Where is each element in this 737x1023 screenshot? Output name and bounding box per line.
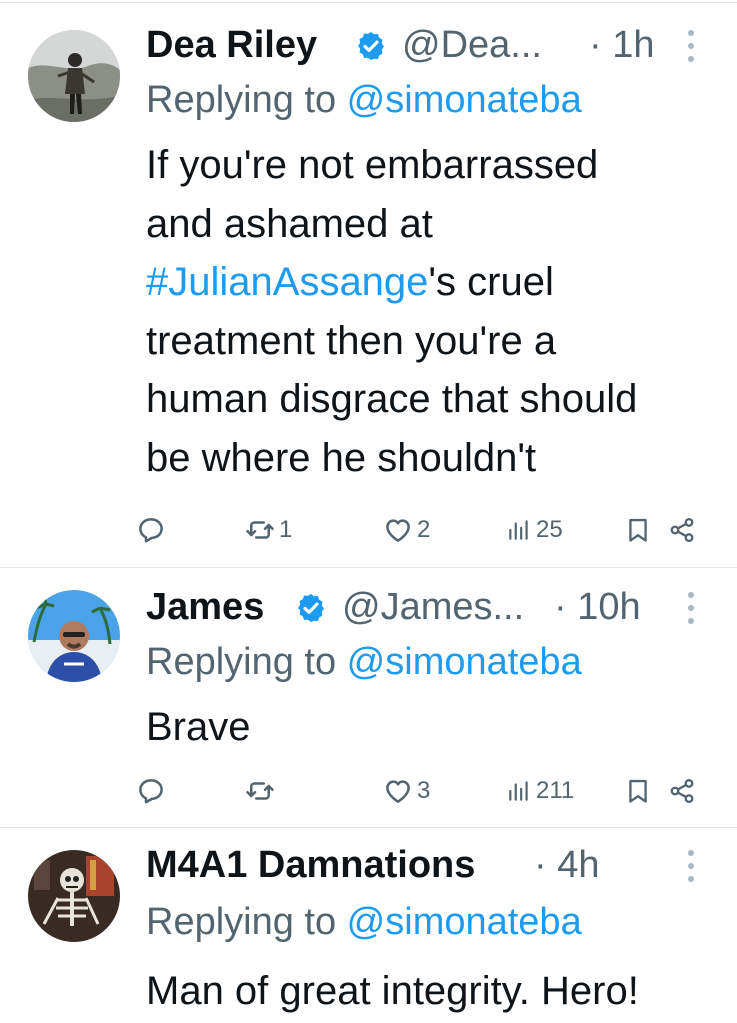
like-button[interactable]: 3 — [383, 771, 430, 811]
repost-button[interactable]: 1 — [245, 510, 292, 550]
replying-prefix: Replying to — [146, 641, 347, 683]
replying-mention[interactable]: @simonateba — [347, 641, 582, 683]
share-icon — [668, 516, 696, 544]
action-bar: 3 211 — [0, 771, 737, 811]
more-icon[interactable] — [686, 28, 696, 64]
views-count: 211 — [536, 777, 575, 804]
views-icon — [506, 517, 532, 543]
text-line: If you're not embarrassed — [146, 143, 599, 187]
reply-button[interactable] — [136, 771, 166, 811]
verified-badge-icon — [295, 592, 327, 624]
share-button[interactable] — [668, 510, 696, 550]
hashtag-link[interactable]: #JulianAssange — [146, 260, 428, 304]
tweet-text: Brave — [146, 705, 251, 749]
text-line: human disgrace that should — [146, 377, 638, 421]
more-icon[interactable] — [686, 590, 696, 626]
like-button[interactable]: 2 — [383, 510, 430, 550]
text-line: treatment then you're a — [146, 318, 557, 363]
bookmark-icon — [624, 516, 652, 544]
heart-icon — [383, 515, 413, 545]
more-icon[interactable] — [686, 848, 696, 884]
author-handle[interactable]: @Dea... — [402, 22, 542, 68]
timestamp[interactable]: · 1h — [589, 22, 654, 68]
replying-to: Replying to @simonateba — [146, 899, 582, 945]
reply-icon — [136, 515, 166, 545]
share-icon — [668, 777, 696, 805]
bookmark-button[interactable] — [624, 510, 652, 550]
action-bar: 1 2 25 — [0, 510, 737, 550]
views-button[interactable]: 25 — [506, 510, 563, 550]
timestamp[interactable]: · 4h — [534, 842, 599, 888]
like-count: 2 — [417, 516, 431, 543]
repost-count: 1 — [279, 516, 293, 543]
replying-to: Replying to @simonateba — [146, 639, 582, 685]
tweet-text: If you're not embarrassed and ashamed at… — [146, 136, 726, 487]
like-count: 3 — [417, 777, 431, 804]
repost-button[interactable] — [245, 771, 279, 811]
bookmark-button[interactable] — [624, 771, 652, 811]
reply-button[interactable] — [136, 510, 166, 550]
tweet-text: Man of great integrity. Hero! — [146, 969, 639, 1013]
author-name[interactable]: Dea Riley — [146, 22, 317, 68]
tweet-2[interactable]: James @James... · 10h Replying to @simon… — [0, 568, 737, 826]
tweet-3[interactable]: M4A1 Damnations · 4h Replying to @simona… — [0, 828, 737, 1023]
repost-icon — [245, 515, 275, 545]
author-name[interactable]: M4A1 Damnations — [146, 842, 475, 888]
views-icon — [506, 778, 532, 804]
replying-prefix: Replying to — [146, 79, 347, 121]
text-line: and ashamed at — [146, 201, 433, 246]
author-name[interactable]: James — [146, 584, 264, 630]
text-line: #JulianAssange's cruel — [146, 253, 726, 312]
share-button[interactable] — [668, 771, 696, 811]
author-handle[interactable]: @James... — [342, 584, 524, 630]
replying-mention[interactable]: @simonateba — [347, 901, 582, 943]
repost-icon — [245, 776, 275, 806]
replying-to: Replying to @simonateba — [146, 77, 582, 123]
text-fragment: 's cruel — [428, 260, 554, 304]
replying-prefix: Replying to — [146, 901, 347, 943]
views-button[interactable]: 211 — [506, 771, 574, 811]
reply-icon — [136, 776, 166, 806]
avatar-dea-riley[interactable] — [28, 30, 120, 122]
text-line: be where he shouldn't — [146, 435, 537, 480]
tweet-1[interactable]: Dea Riley @Dea... · 1h Replying to @simo… — [0, 0, 737, 565]
heart-icon — [383, 776, 413, 806]
verified-badge-icon — [355, 30, 387, 62]
replying-mention[interactable]: @simonateba — [347, 79, 582, 121]
timestamp[interactable]: · 10h — [554, 584, 641, 630]
avatar-m4a1-damnations[interactable] — [28, 850, 120, 942]
views-count: 25 — [536, 516, 563, 543]
avatar-james[interactable] — [28, 590, 120, 682]
bookmark-icon — [624, 777, 652, 805]
